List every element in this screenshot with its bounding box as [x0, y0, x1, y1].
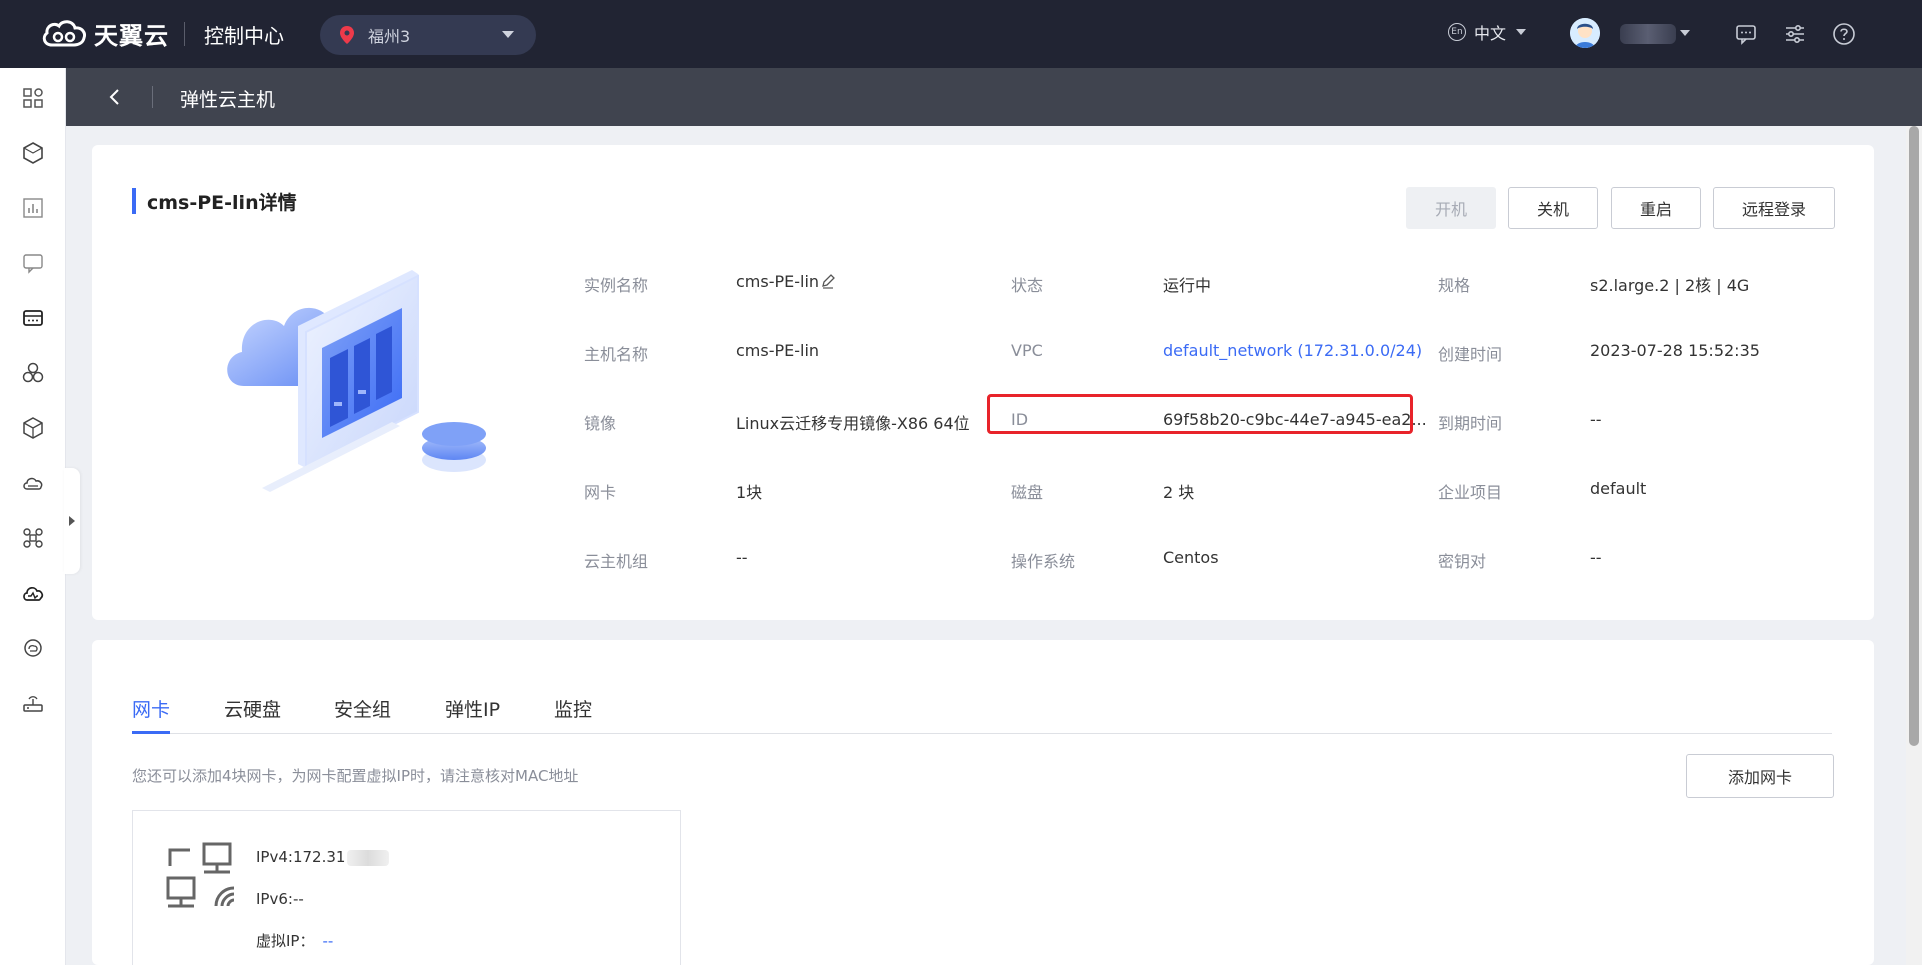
spec-label: 规格 — [1438, 276, 1471, 295]
region-select[interactable]: 福州3 — [320, 15, 536, 55]
expire-time-label: 到期时间 — [1438, 414, 1503, 433]
tab-cloud-disk[interactable]: 云硬盘 — [224, 695, 281, 722]
os-value: Centos — [1163, 548, 1219, 567]
host-group-label: 云主机组 — [584, 552, 649, 571]
router-icon[interactable] — [21, 691, 45, 715]
remote-login-button[interactable]: 远程登录 — [1713, 187, 1835, 229]
keypair-label: 密钥对 — [1438, 552, 1487, 571]
status-value: 运行中 — [1163, 276, 1212, 295]
disk-label: 磁盘 — [1011, 483, 1044, 502]
title-accent-bar — [132, 188, 136, 214]
chevron-down-icon — [502, 31, 514, 38]
language-label: 中文 — [1474, 24, 1507, 43]
created-time-label: 创建时间 — [1438, 345, 1503, 364]
message-icon[interactable] — [1734, 22, 1758, 46]
nic-count-value: 1块 — [736, 483, 763, 502]
nic-virtual-ip-row: 虚拟IP： -- — [256, 930, 333, 951]
logo-divider — [184, 22, 185, 46]
help-icon[interactable] — [1832, 22, 1856, 46]
disk-value: 2 块 — [1163, 483, 1195, 502]
sub-header-divider — [152, 86, 153, 108]
spec-value: s2.large.2 | 2核 | 4G — [1590, 276, 1750, 295]
user-avatar-icon — [1570, 18, 1600, 48]
username-masked[interactable] — [1620, 24, 1676, 44]
nic-ipv6: IPv6:-- — [256, 890, 304, 908]
project-value: default — [1590, 479, 1647, 498]
language-switch[interactable]: En 中文 — [1448, 20, 1527, 44]
scrollbar-thumb[interactable] — [1909, 126, 1919, 746]
nic-ipv4: IPv4:172.31 — [256, 848, 346, 866]
cloud-logo-icon — [42, 19, 86, 46]
cluster-icon[interactable] — [21, 361, 45, 385]
host-name-label: 主机名称 — [584, 345, 649, 364]
language-icon: En — [1448, 23, 1466, 41]
power-off-button[interactable]: 关机 — [1508, 187, 1598, 229]
image-value: Linux云迁移专用镜像-X86 64位 — [736, 414, 970, 433]
region-label: 福州3 — [368, 27, 411, 46]
tab-nic[interactable]: 网卡 — [132, 695, 170, 722]
virtual-ip-label: 虚拟IP： — [256, 932, 315, 950]
cloud-sync-icon[interactable] — [21, 636, 45, 660]
brand-logo[interactable]: 天翼云 — [40, 16, 169, 51]
page-title: 弹性云主机 — [180, 89, 276, 111]
expire-time-value: -- — [1590, 410, 1602, 429]
image-label: 镜像 — [584, 414, 617, 433]
cloud-monitor-icon[interactable] — [21, 581, 45, 605]
virtual-ip-link[interactable]: -- — [322, 932, 333, 950]
nic-count-label: 网卡 — [584, 483, 617, 502]
network-icon[interactable] — [21, 526, 45, 550]
vpc-label: VPC — [1011, 341, 1043, 360]
edit-pencil-icon[interactable] — [820, 273, 836, 289]
os-label: 操作系统 — [1011, 552, 1076, 571]
active-tab-indicator — [132, 731, 170, 734]
ipv4-masked — [347, 849, 390, 866]
created-time-value: 2023-07-28 15:52:35 — [1590, 341, 1760, 360]
vpc-link[interactable]: default_network (172.31.0.0/24) — [1163, 341, 1422, 360]
avatar[interactable] — [1570, 18, 1600, 48]
brand-name: 天翼云 — [94, 22, 169, 50]
nic-ipv4-row: IPv4:172.31 — [256, 848, 390, 866]
chart-icon[interactable] — [21, 196, 45, 220]
tabs-divider — [132, 733, 1832, 734]
left-nav — [0, 68, 66, 965]
power-on-button[interactable]: 开机 — [1406, 187, 1496, 229]
grid-icon[interactable] — [21, 86, 45, 110]
tab-security-group[interactable]: 安全组 — [334, 695, 391, 722]
settings-sliders-icon[interactable] — [1783, 22, 1807, 46]
nav-collapse-toggle[interactable] — [64, 468, 80, 574]
sub-header — [66, 68, 1922, 126]
tab-elastic-ip[interactable]: 弹性IP — [445, 695, 500, 722]
network-card-icon — [166, 842, 235, 908]
console-title[interactable]: 控制中心 — [204, 20, 284, 49]
tab-monitor[interactable]: 监控 — [554, 695, 592, 722]
cloud-storage-icon[interactable] — [21, 471, 45, 495]
instance-name-label: 实例名称 — [584, 276, 649, 295]
server-icon[interactable] — [21, 306, 45, 330]
chat-icon[interactable] — [21, 251, 45, 275]
status-label: 状态 — [1011, 276, 1044, 295]
keypair-value: -- — [1590, 548, 1602, 567]
host-name-value: cms-PE-lin — [736, 341, 820, 360]
hexagon-icon[interactable] — [21, 141, 45, 165]
cube-icon[interactable] — [21, 416, 45, 440]
cloud-server-illustration — [227, 270, 486, 492]
chevron-down-icon — [1516, 29, 1527, 35]
restart-button[interactable]: 重启 — [1611, 187, 1701, 229]
detail-title: cms-PE-lin详情 — [147, 192, 297, 214]
instance-name-value: cms-PE-lin — [736, 272, 820, 291]
nic-hint: 您还可以添加4块网卡，为网卡配置虚拟IP时，请注意核对MAC地址 — [132, 767, 579, 785]
top-bar: 天翼云 控制中心 福州3 En 中文 — [0, 0, 1922, 68]
host-group-value: -- — [736, 548, 748, 567]
add-nic-button[interactable]: 添加网卡 — [1686, 754, 1834, 798]
id-highlight-box — [987, 394, 1413, 434]
back-arrow-icon[interactable] — [100, 84, 130, 110]
location-pin-icon — [340, 26, 354, 44]
project-label: 企业项目 — [1438, 483, 1503, 502]
chevron-down-icon[interactable] — [1680, 30, 1690, 36]
